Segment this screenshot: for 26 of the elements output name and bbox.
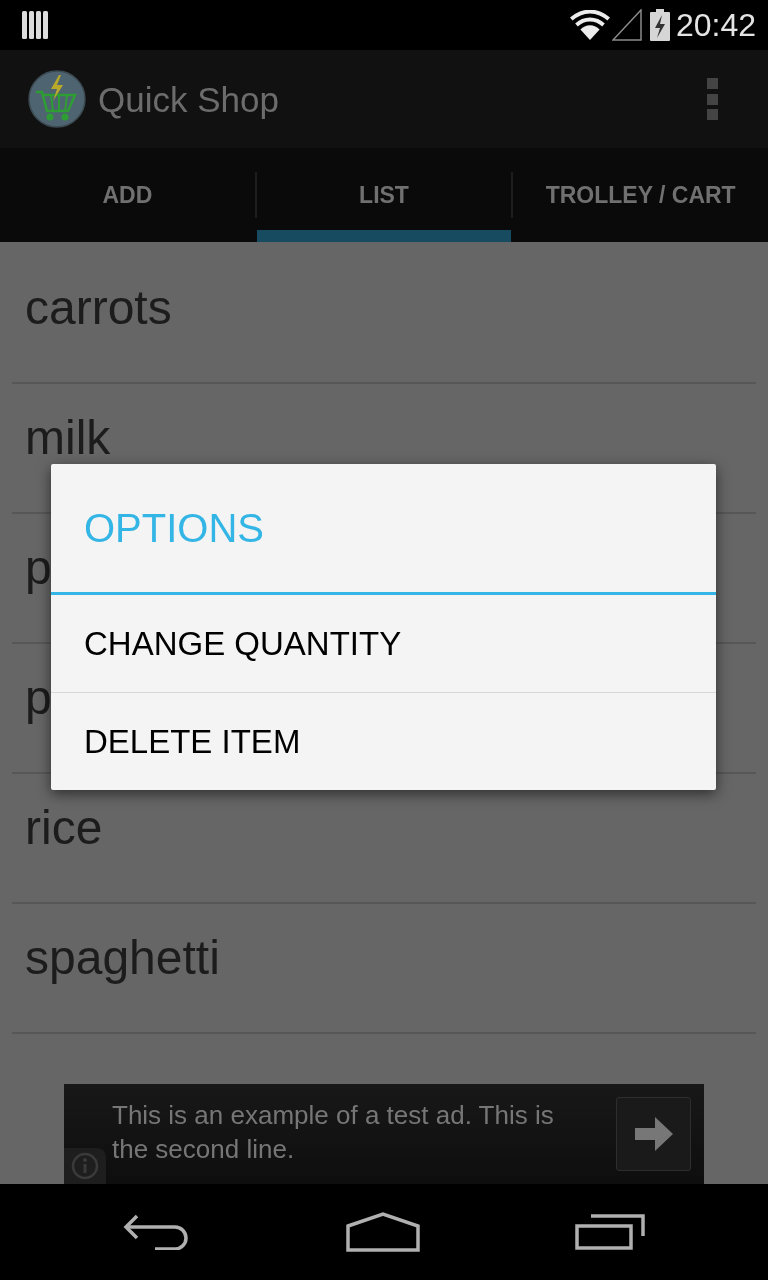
list-item[interactable]: carrots [25, 284, 172, 332]
battery-charging-icon [649, 9, 670, 41]
back-icon[interactable] [123, 1214, 191, 1250]
dialog-option[interactable]: CHANGE QUANTITY [51, 595, 716, 692]
tab[interactable]: TROLLEY / CART [513, 148, 768, 242]
wifi-icon [569, 10, 610, 40]
dialog-title: OPTIONS [83, 505, 266, 552]
tab[interactable]: ADD [0, 148, 255, 242]
arrow-icon [634, 1117, 673, 1151]
recent-apps-icon[interactable] [575, 1214, 645, 1250]
vertical-bars-icon [22, 11, 48, 39]
list-item[interactable]: spaghetti [25, 934, 220, 982]
clock-time: 20:42 [675, 9, 756, 41]
list-item[interactable]: milk [25, 414, 111, 462]
ad-arrow-button[interactable] [616, 1097, 691, 1171]
home-icon[interactable] [346, 1212, 420, 1252]
dialog-option[interactable]: DELETE ITEM [51, 693, 716, 790]
list-item[interactable]: p [25, 544, 52, 592]
signal-icon [611, 9, 642, 41]
ad-banner[interactable]: This is an example of a test ad. This is the second line. [64, 1084, 704, 1184]
list-item[interactable]: rice [25, 804, 103, 852]
cart-logo-icon [28, 70, 86, 128]
ad-text: This is an example of a test ad. This is the second line. [112, 1099, 555, 1166]
tab[interactable]: LIST [256, 148, 512, 242]
list-item[interactable]: p [25, 674, 52, 722]
app-title: Quick Shop [98, 81, 279, 117]
